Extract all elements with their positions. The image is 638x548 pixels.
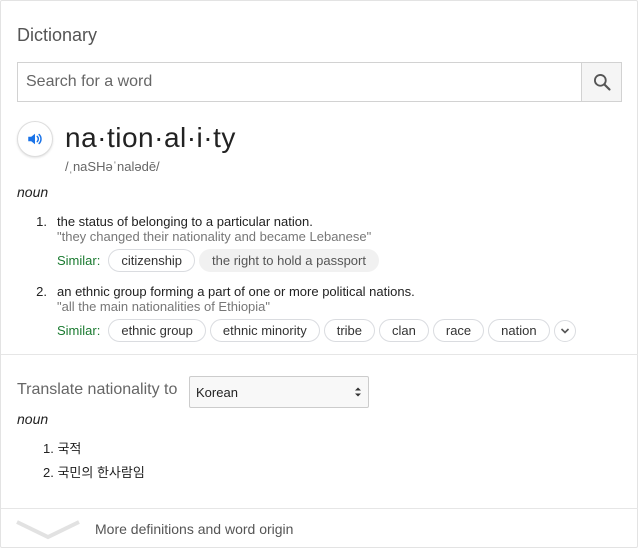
pronunciation-button[interactable] [17, 121, 53, 157]
sense-number: 1. [36, 214, 47, 229]
similar-chip[interactable]: the right to hold a passport [199, 249, 379, 272]
select-arrows-icon [355, 387, 361, 397]
search-input[interactable] [18, 63, 581, 101]
translation-item: 1. 국적 [43, 438, 81, 457]
sense-definition: the status of belonging to a particular … [57, 214, 313, 229]
speaker-icon [28, 133, 42, 145]
similar-chip[interactable]: nation [488, 319, 550, 342]
similar-row: Similar: ethnic group ethnic minority tr… [57, 319, 576, 342]
phonetic: /ˌnaSHəˈnalədē/ [65, 159, 160, 174]
similar-chip[interactable]: ethnic minority [209, 319, 320, 342]
translation-text: 국민의 한사람임 [57, 465, 145, 480]
language-select[interactable]: Korean [189, 376, 369, 408]
dictionary-title: Dictionary [17, 25, 98, 45]
chevron-down-icon [560, 327, 569, 334]
similar-chip[interactable]: citizenship [108, 249, 196, 272]
similar-row: Similar: citizenship the right to hold a… [57, 249, 383, 272]
similar-chip[interactable]: clan [379, 319, 429, 342]
search-icon [593, 74, 611, 91]
language-select-value: Korean [196, 384, 238, 400]
translation-number: 2. [43, 465, 54, 480]
sense-number: 2. [36, 284, 47, 299]
translate-part-of-speech: noun [17, 411, 49, 427]
similar-label: Similar: [57, 323, 101, 338]
sense-example: "all the main nationalities of Ethiopia" [57, 299, 271, 314]
divider [1, 354, 638, 355]
translation-item: 2. 국민의 한사람임 [43, 462, 145, 481]
dictionary-card: Dictionary na·tion·al·i·ty /ˌnaSHəˈnaləd… [0, 0, 638, 548]
translate-label: Translate nationality to [17, 381, 178, 398]
sense-example: "they changed their nationality and beca… [57, 229, 372, 244]
more-definitions-link[interactable]: More definitions and word origin [95, 521, 293, 537]
divider [1, 508, 638, 509]
expand-chevron-icon[interactable] [15, 518, 81, 540]
sense-definition: an ethnic group forming a part of one or… [57, 284, 415, 299]
similar-chip[interactable]: ethnic group [108, 319, 206, 342]
translation-number: 1. [43, 441, 54, 456]
similar-chip[interactable]: race [432, 319, 485, 342]
search-bar [17, 62, 622, 102]
similar-chip[interactable]: tribe [323, 319, 376, 342]
translation-text: 국적 [57, 441, 82, 456]
similar-label: Similar: [57, 253, 101, 268]
more-similar-button[interactable] [553, 319, 576, 342]
part-of-speech: noun [17, 184, 49, 200]
headword: na·tion·al·i·ty [65, 122, 236, 153]
search-button[interactable] [581, 63, 621, 101]
